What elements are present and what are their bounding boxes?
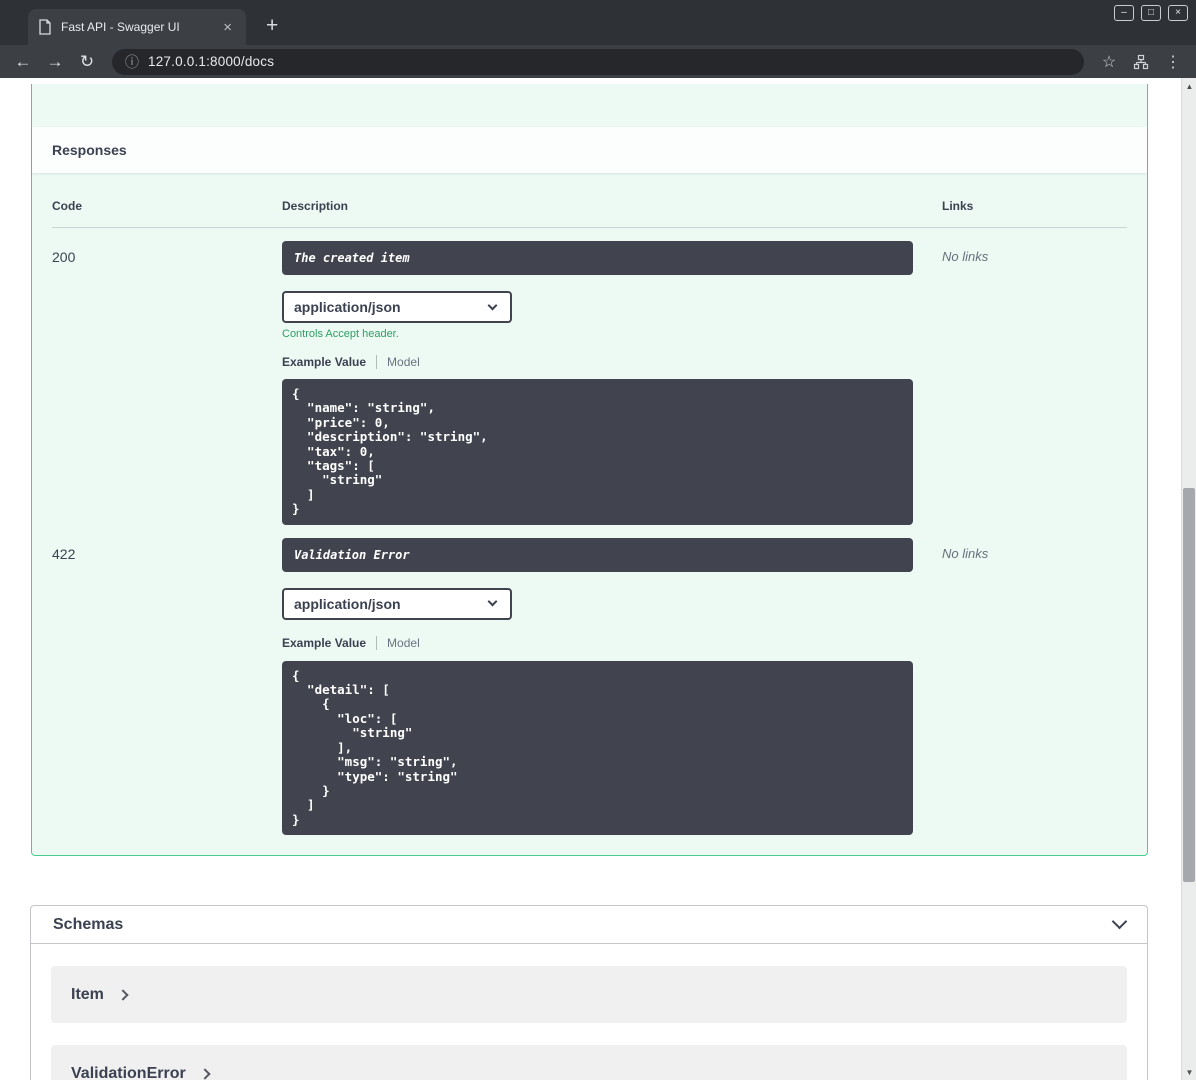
example-model-tabs: Example Value Model [282,354,942,369]
scrollbar-thumb[interactable] [1183,488,1195,882]
response-description: Validation Error [282,537,913,572]
scrollbar-up-arrow[interactable]: ▲ [1182,78,1196,94]
browser-titlebar: Fast API - Swagger UI × + – □ × [0,0,1196,45]
model-name: ValidationError [71,1064,186,1080]
media-type-value: application/json [294,299,401,315]
page-viewport: Responses Code Description Links 200 The… [0,78,1196,1080]
chevron-down-icon [487,596,498,607]
responses-table-header: Code Description Links [52,185,1127,228]
schemas-section: Schemas Item ValidationError [30,905,1148,1080]
example-value-code-block: { "name": "string", "price": 0, "descrip… [282,379,913,525]
schemas-header[interactable]: Schemas [31,906,1147,945]
tab-title: Fast API - Swagger UI [61,20,180,34]
chevron-down-icon [1111,913,1128,930]
swagger-page: Responses Code Description Links 200 The… [0,84,1181,1080]
column-header-code: Code [52,199,82,213]
kebab-menu-icon[interactable]: ⋮ [1158,48,1188,76]
response-code: 200 [52,249,76,265]
response-code: 422 [52,545,76,562]
new-tab-button[interactable]: + [260,15,284,36]
schema-model-item[interactable]: Item [51,966,1127,1024]
response-row-200: 200 The created item application/json Co… [52,228,1127,525]
url-text: 127.0.0.1:8000/docs [148,54,275,69]
response-links: No links [942,545,989,561]
bookmark-star-icon[interactable]: ☆ [1094,48,1124,76]
schemas-title: Schemas [53,915,124,933]
response-links: No links [942,249,989,264]
page-info-icon[interactable]: ⓘ [125,55,139,69]
responses-title: Responses [52,142,127,158]
opblock-body-spacer [32,84,1147,127]
media-type-select[interactable]: application/json [282,587,512,620]
tab-separator [376,636,378,651]
chevron-right-icon [117,988,129,1001]
forward-button[interactable]: → [40,48,70,76]
tab-close-icon[interactable]: × [219,18,236,37]
reload-button[interactable]: ↻ [72,48,102,76]
chevron-right-icon [199,1067,211,1080]
window-controls: – □ × [1114,5,1188,21]
tab-example-value[interactable]: Example Value [282,355,366,369]
address-bar[interactable]: ⓘ 127.0.0.1:8000/docs [112,48,1084,75]
media-type-select[interactable]: application/json [282,291,512,323]
window-close-button[interactable]: × [1168,5,1188,21]
window-minimize-button[interactable]: – [1114,5,1134,21]
tab-model[interactable]: Model [387,355,420,369]
column-header-links: Links [942,199,974,213]
browser-toolbar: ← → ↻ ⓘ 127.0.0.1:8000/docs ☆ ⋮ [0,45,1196,78]
response-row-422: 422 Validation Error application/json Ex… [52,525,1127,836]
tab-example-value[interactable]: Example Value [282,636,366,650]
example-value-code-block: { "detail": [ { "loc": [ "string" ], "ms… [282,660,913,836]
example-model-tabs: Example Value Model [282,636,942,651]
model-name: Item [71,985,104,1003]
response-description-cell: The created item application/json Contro… [282,241,942,525]
response-description-cell: Validation Error application/json Exampl… [282,537,942,836]
response-description: The created item [282,241,913,275]
tab-model[interactable]: Model [387,636,420,650]
page-scrollbar[interactable]: ▲ ▼ [1181,78,1196,1080]
browser-tab[interactable]: Fast API - Swagger UI × [28,9,246,45]
tab-separator [376,354,378,369]
column-header-description: Description [282,199,349,213]
extensions-icon[interactable] [1126,48,1156,76]
page-favicon-icon [39,19,51,35]
responses-table: Code Description Links 200 The created i… [32,173,1147,855]
scrollbar-down-arrow[interactable]: ▼ [1182,1064,1196,1080]
accept-header-note: Controls Accept header. [282,328,399,340]
schema-model-validationerror[interactable]: ValidationError [51,1045,1127,1080]
responses-section-header: Responses [32,127,1147,173]
opblock-responses-section: Responses Code Description Links 200 The… [31,84,1148,857]
back-button[interactable]: ← [8,48,38,76]
window-maximize-button[interactable]: □ [1141,5,1161,21]
media-type-value: application/json [294,595,401,612]
chevron-down-icon [487,300,498,310]
